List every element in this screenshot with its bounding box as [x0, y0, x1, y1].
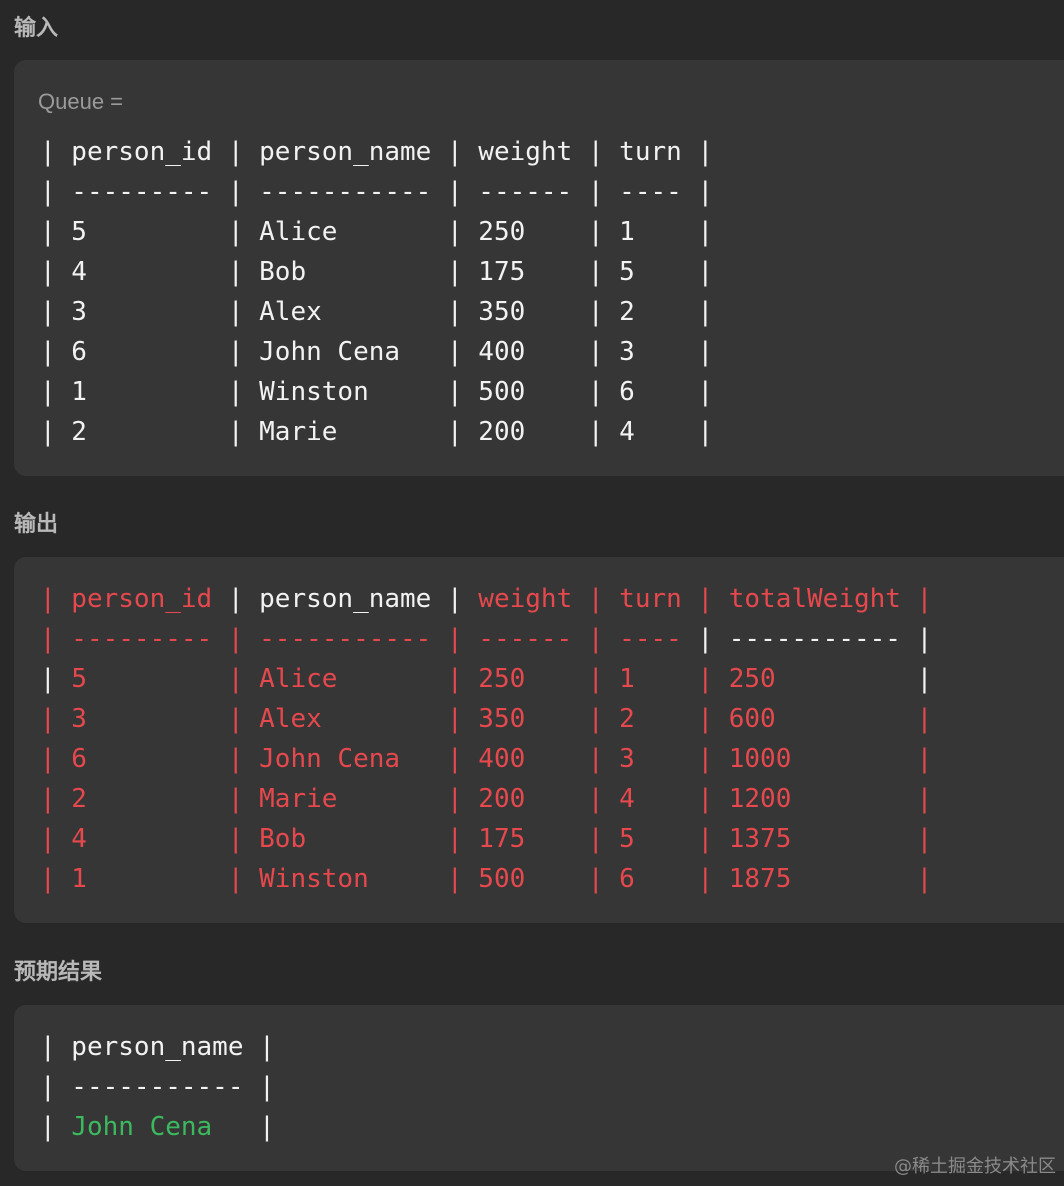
- output-panel: | person_id | person_name | weight | tur…: [14, 557, 1064, 923]
- output-table-row: | person_id | person_name | weight | tur…: [40, 579, 932, 619]
- row-segment: | person_id: [40, 584, 228, 614]
- input-section-title: 输入: [14, 16, 59, 41]
- row-segment: | --------- | ----------- | ------ | ---…: [40, 177, 714, 207]
- output-table-row: | 4 | Bob | 175 | 5 | 1375 |: [40, 819, 932, 859]
- expected-table-row: | person_name |: [40, 1027, 275, 1067]
- row-segment: | 6 | John Cena | 400 | 3 |: [40, 337, 714, 367]
- output-table: | person_id | person_name | weight | tur…: [40, 579, 932, 899]
- input-table-row: | 4 | Bob | 175 | 5 |: [40, 252, 713, 292]
- row-segment: | 1 | Winston | 500 | 6 | 1875 |: [40, 864, 933, 894]
- row-segment: | person_id | person_name | weight | tur…: [40, 137, 714, 167]
- output-table-row: | --------- | ----------- | ------ | ---…: [40, 619, 932, 659]
- row-segment: | 3 | Alex | 350 | 2 | 600 |: [40, 704, 933, 734]
- row-segment: weight | turn | totalWeight |: [478, 584, 933, 614]
- output-table-row: | 6 | John Cena | 400 | 3 | 1000 |: [40, 739, 932, 779]
- row-segment: | 3 | Alex | 350 | 2 |: [40, 297, 714, 327]
- row-segment: |: [40, 664, 72, 694]
- expected-panel: | person_name | | ----------- | | John Cen…: [14, 1005, 1064, 1171]
- input-table-row: | person_id | person_name | weight | tur…: [40, 132, 713, 172]
- input-table-row: | --------- | ----------- | ------ | ---…: [40, 172, 713, 212]
- output-table-row: | 3 | Alex | 350 | 2 | 600 |: [40, 699, 932, 739]
- expected-table-row: | ----------- |: [40, 1067, 275, 1107]
- watermark: @稀土掘金技术社区: [894, 1156, 1056, 1177]
- row-segment: | person_name |: [40, 1032, 275, 1062]
- input-table-row: | 5 | Alice | 250 | 1 |: [40, 212, 713, 252]
- output-table-row: | 1 | Winston | 500 | 6 | 1875 |: [40, 859, 932, 899]
- row-segment: | person_name |: [227, 584, 479, 614]
- input-table-row: | 1 | Winston | 500 | 6 |: [40, 372, 713, 412]
- row-segment: John Cena: [71, 1112, 260, 1142]
- row-segment: | 1 | Winston | 500 | 6 |: [40, 377, 714, 407]
- row-segment: |: [259, 1112, 275, 1142]
- input-table-row: | 2 | Marie | 200 | 4 |: [40, 412, 713, 452]
- input-table-row: | 6 | John Cena | 400 | 3 |: [40, 332, 713, 372]
- row-segment: |: [916, 664, 933, 694]
- expected-table: | person_name | | ----------- | | John Cen…: [40, 1027, 275, 1147]
- row-segment: | 2 | Marie | 200 | 4 |: [40, 417, 714, 447]
- row-segment: 5 | Alice | 250 | 1 | 250: [71, 664, 917, 694]
- row-segment: |: [40, 1112, 72, 1142]
- row-segment: | ----------- |: [697, 624, 933, 654]
- expected-table-row: | John Cena |: [40, 1107, 275, 1147]
- input-panel: Queue = | person_id | person_name | weig…: [14, 60, 1064, 476]
- queue-label: Queue =: [38, 89, 124, 114]
- expected-section-title: 预期结果: [14, 960, 103, 985]
- row-segment: | --------- | ----------- | ------ | ---…: [40, 624, 698, 654]
- input-table-row: | 3 | Alex | 350 | 2 |: [40, 292, 713, 332]
- row-segment: | 5 | Alice | 250 | 1 |: [40, 217, 714, 247]
- output-table-row: | 2 | Marie | 200 | 4 | 1200 |: [40, 779, 932, 819]
- row-segment: | 4 | Bob | 175 | 5 |: [40, 257, 714, 287]
- row-segment: | ----------- |: [40, 1072, 275, 1102]
- input-table: | person_id | person_name | weight | tur…: [40, 132, 713, 452]
- row-segment: | 4 | Bob | 175 | 5 | 1375 |: [40, 824, 933, 854]
- row-segment: | 6 | John Cena | 400 | 3 | 1000 |: [40, 744, 933, 774]
- row-segment: | 2 | Marie | 200 | 4 | 1200 |: [40, 784, 933, 814]
- output-table-row: | 5 | Alice | 250 | 1 | 250 |: [40, 659, 932, 699]
- output-section-title: 输出: [14, 512, 59, 537]
